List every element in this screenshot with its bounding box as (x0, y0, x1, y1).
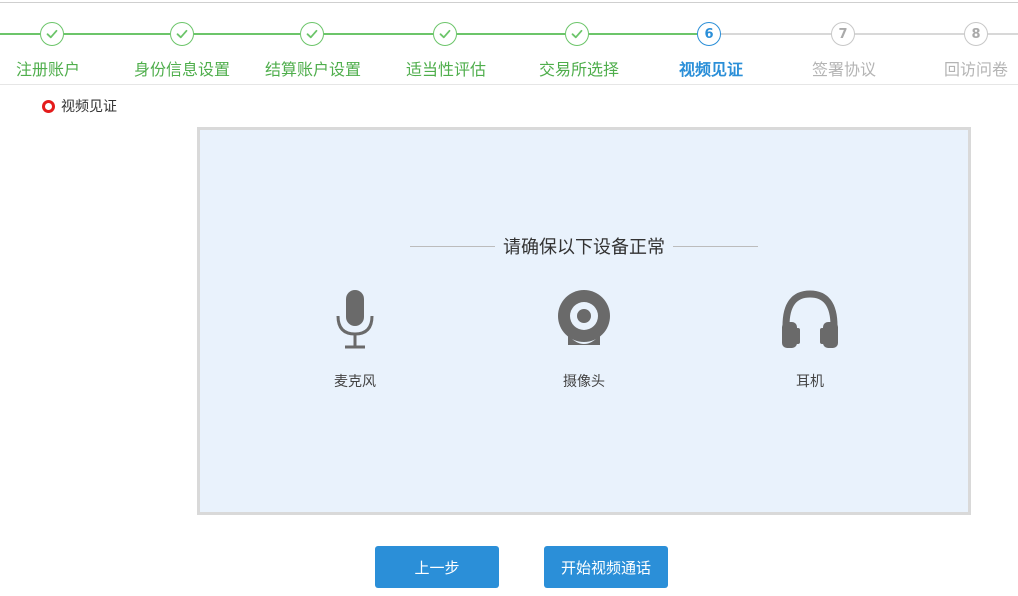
heading-divider (673, 245, 758, 247)
section-title: 视频见证 (42, 96, 117, 116)
device-check-panel: 请确保以下设备正常 麦克风 摄像头 耳机 (197, 127, 971, 515)
step-4-label: 适当性评估 (405, 60, 486, 79)
step-connector (0, 33, 40, 35)
step-2-label: 身份信息设置 (133, 60, 230, 79)
webcam-icon (554, 287, 614, 353)
start-video-call-button[interactable]: 开始视频通话 (544, 546, 668, 588)
device-webcam: 摄像头 (534, 287, 634, 391)
device-label-microphone: 麦克风 (334, 374, 376, 390)
headphones-icon (780, 287, 840, 353)
step-8-label: 回访问卷 (943, 60, 1008, 79)
step-connector (721, 33, 831, 35)
step-1-label: 注册账户 (15, 60, 80, 79)
microphone-icon (325, 287, 385, 353)
device-headphones: 耳机 (760, 287, 860, 391)
step-connector (988, 33, 1018, 35)
step-7-label: 签署协议 (811, 60, 876, 79)
previous-step-button[interactable]: 上一步 (375, 546, 499, 588)
step-connector (589, 33, 697, 35)
step-4-check-icon (433, 22, 457, 46)
device-microphone: 麦克风 (305, 287, 405, 391)
panel-heading-text: 请确保以下设备正常 (503, 237, 665, 258)
step-connector (64, 33, 170, 35)
device-label-webcam: 摄像头 (563, 374, 605, 390)
progress-stepper: 6 7 8 注册账户 身份信息设置 结算账户设置 适当性评估 交易所选择 视频见… (0, 0, 1018, 84)
heading-divider (410, 245, 495, 247)
red-ring-bullet-icon (42, 99, 55, 113)
step-connector (855, 33, 964, 35)
step-2-check-icon (170, 22, 194, 46)
step-7-number: 7 (831, 22, 855, 46)
step-connector (457, 33, 565, 35)
stepper-divider (0, 84, 1018, 85)
step-6-label: 视频见证 (678, 60, 743, 79)
panel-heading: 请确保以下设备正常 (410, 234, 758, 258)
step-connector (324, 33, 433, 35)
step-1-check-icon (40, 22, 64, 46)
step-3-check-icon (300, 22, 324, 46)
step-5-check-icon (565, 22, 589, 46)
step-8-number: 8 (964, 22, 988, 46)
step-connector (194, 33, 300, 35)
device-label-headphones: 耳机 (796, 374, 824, 390)
section-title-text: 视频见证 (61, 99, 117, 115)
step-3-label: 结算账户设置 (264, 60, 361, 79)
step-5-label: 交易所选择 (538, 60, 619, 79)
step-6-number: 6 (697, 22, 721, 46)
